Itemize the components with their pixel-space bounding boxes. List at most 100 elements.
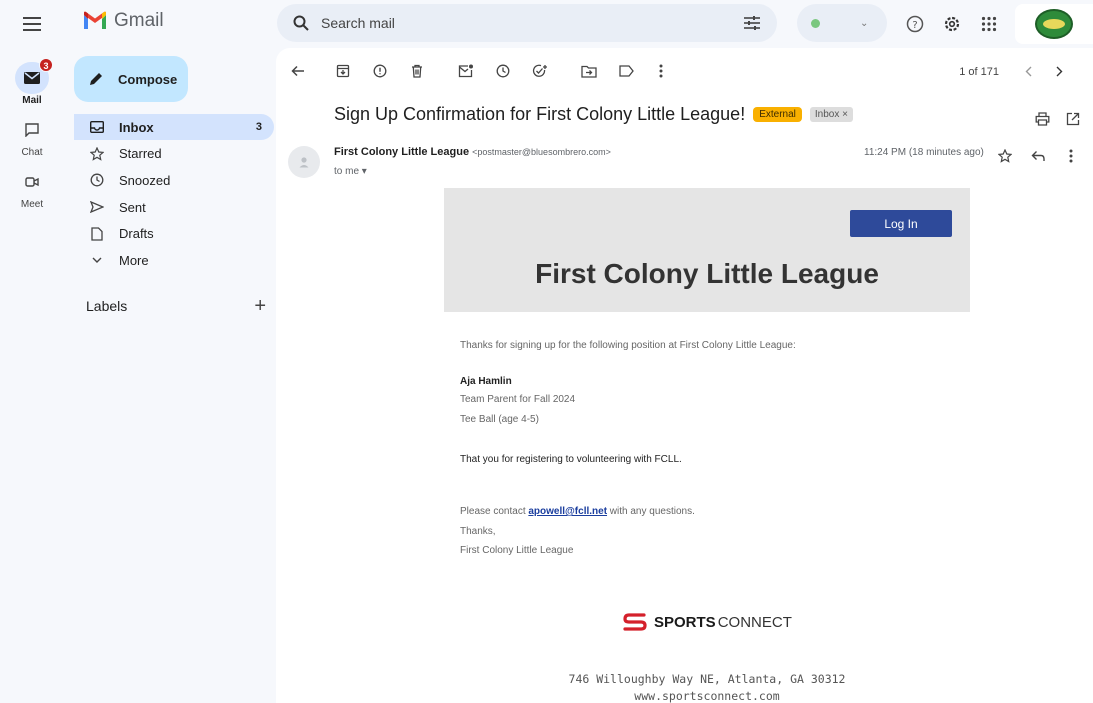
sender-email: <postmaster@bluesombrero.com> (472, 147, 611, 157)
label-tag-icon[interactable] (615, 60, 637, 82)
recipient-details-toggle[interactable]: to me ▾ (334, 166, 367, 177)
contact-email-link[interactable]: apowell@fcll.net (528, 506, 607, 517)
app-name: Gmail (114, 10, 164, 31)
rail-label: Mail (22, 95, 42, 106)
intro-text: Thanks for signing up for the following … (460, 340, 796, 351)
rail-item-meet[interactable]: Meet (8, 166, 56, 210)
footer-address: 746 Willoughby Way NE, Atlanta, GA 30312 (568, 672, 846, 686)
sidebar-item-starred[interactable]: Starred (74, 141, 274, 167)
subject-row: Sign Up Confirmation for First Colony Li… (334, 104, 853, 125)
message-subject: Sign Up Confirmation for First Colony Li… (334, 104, 746, 124)
division-text: Tee Ball (age 4-5) (460, 414, 539, 425)
contact-prefix: Please contact (460, 506, 529, 517)
sidebar-item-label: Snoozed (119, 172, 171, 188)
email-body: Log In First Colony Little League Thanks… (444, 188, 970, 703)
sidebar-item-label: Starred (119, 146, 162, 162)
pencil-icon (90, 73, 102, 85)
message-toolbar: 1 of 171 (276, 56, 1093, 86)
sidebar-item-drafts[interactable]: Drafts (74, 221, 274, 247)
report-spam-icon[interactable] (369, 60, 391, 82)
signoff: Thanks, (460, 526, 496, 537)
sidebar-item-label: Sent (119, 199, 146, 215)
star-icon[interactable] (994, 145, 1016, 167)
sidebar-item-label: More (119, 252, 149, 268)
top-bar: Gmail ⌄ ? (0, 0, 1093, 48)
search-bar (277, 4, 777, 42)
rail-item-mail[interactable]: 3 Mail (8, 58, 56, 106)
settings-gear-icon[interactable] (940, 12, 964, 36)
chat-icon (16, 114, 48, 146)
sender-line: First Colony Little League <postmaster@b… (334, 146, 611, 158)
external-badge: External (753, 107, 802, 122)
mail-icon: 3 (15, 58, 53, 94)
sender-name: First Colony Little League (334, 146, 470, 158)
account-avatar-button[interactable] (1015, 4, 1093, 44)
add-task-icon[interactable] (529, 60, 551, 82)
star-icon (88, 145, 106, 163)
add-label-button[interactable]: + (254, 296, 266, 316)
reply-icon[interactable] (1027, 145, 1049, 167)
gmail-m-icon (84, 11, 106, 29)
sidebar-item-sent[interactable]: Sent (74, 194, 274, 220)
signature: First Colony Little League (460, 545, 574, 556)
message-time: 11:24 PM (18 minutes ago) (864, 147, 984, 158)
search-icon[interactable] (291, 13, 311, 33)
video-camera-icon (16, 166, 48, 198)
sidebar-item-label: Inbox (119, 119, 154, 135)
more-vertical-icon[interactable] (650, 60, 672, 82)
inbox-unread-count: 3 (255, 121, 262, 133)
inbox-icon (88, 118, 106, 136)
brand-light: CONNECT (717, 613, 792, 631)
sender-avatar[interactable] (288, 146, 320, 178)
account-avatar (1035, 9, 1073, 39)
archive-icon[interactable] (332, 60, 354, 82)
volunteer-role: Team Parent for Fall 2024 (460, 394, 576, 405)
thanks-line: That you for registering to volunteering… (460, 454, 682, 465)
help-icon[interactable]: ? (903, 12, 927, 36)
email-banner: Log In First Colony Little League (444, 188, 970, 312)
print-icon[interactable] (1031, 108, 1053, 130)
sidebar-nav: Inbox 3 Starred Snoozed Sent Drafts More (74, 114, 274, 274)
gmail-logo[interactable]: Gmail (82, 10, 164, 32)
trash-icon[interactable] (406, 60, 428, 82)
contact-line: Please contact apowell@fcll.net with any… (444, 506, 695, 517)
svg-text:?: ? (912, 20, 917, 31)
league-title: First Colony Little League (535, 258, 879, 289)
compose-label: Compose (118, 71, 178, 87)
send-icon (88, 198, 106, 216)
sidebar-item-label: Drafts (119, 226, 154, 242)
snooze-clock-icon[interactable] (492, 60, 514, 82)
open-new-window-icon[interactable] (1062, 108, 1084, 130)
log-in-button[interactable]: Log In (850, 210, 952, 237)
main-menu-icon[interactable] (20, 12, 44, 36)
rail-label: Meet (20, 199, 44, 210)
rail-item-chat[interactable]: Chat (8, 114, 56, 158)
sidebar-item-snoozed[interactable]: Snoozed (74, 167, 274, 193)
inbox-label-chip[interactable]: Inbox × (809, 107, 853, 122)
status-selector[interactable]: ⌄ (797, 4, 887, 42)
compose-button[interactable]: Compose (74, 56, 188, 102)
brand-bold: SPORTS (654, 613, 716, 631)
sidebar-item-more[interactable]: More (74, 247, 274, 273)
more-vertical-icon[interactable] (1060, 145, 1082, 167)
move-to-folder-icon[interactable] (578, 60, 600, 82)
mark-unread-icon[interactable] (455, 60, 477, 82)
older-chevron-right-icon[interactable] (1048, 60, 1070, 82)
status-dot-icon (811, 18, 820, 28)
apps-grid-icon[interactable] (977, 12, 1001, 36)
pagination-text: 1 of 171 (959, 66, 999, 78)
newer-chevron-left-icon[interactable] (1017, 60, 1039, 82)
sports-connect-logo[interactable]: SPORTS CONNECT (622, 612, 792, 632)
search-input[interactable] (321, 15, 741, 31)
rail-label: Chat (21, 147, 43, 158)
sports-connect-s-icon (623, 613, 647, 631)
chevron-down-icon: ⌄ (860, 17, 869, 29)
draft-file-icon (88, 225, 106, 243)
contact-suffix: with any questions. (607, 506, 695, 517)
back-arrow-icon[interactable] (287, 60, 309, 82)
clock-icon (88, 171, 106, 189)
sidebar-item-inbox[interactable]: Inbox 3 (74, 114, 274, 140)
footer-website[interactable]: www.sportsconnect.com (444, 689, 970, 703)
message-panel: 1 of 171 Sign Up Confirmation for First … (276, 48, 1093, 703)
search-options-icon[interactable] (741, 12, 763, 34)
